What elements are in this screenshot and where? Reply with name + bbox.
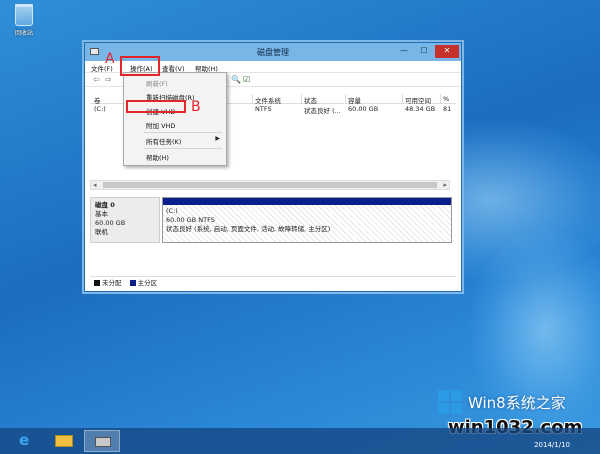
back-arrow-icon[interactable]: ⇦	[93, 76, 102, 84]
disk-name: 磁盘 0	[95, 201, 115, 209]
recycle-bin-label: 回收站	[14, 30, 33, 37]
close-button[interactable]: ✕	[435, 45, 459, 58]
tray-date[interactable]: 2014/1/10	[534, 441, 570, 449]
callout-letter-a: A	[105, 51, 115, 67]
menu-separator	[144, 132, 222, 133]
windows-logo-icon	[438, 390, 462, 414]
capacity-cell: 60.00 GB	[348, 105, 379, 113]
column-percent[interactable]: %	[443, 95, 449, 103]
disk-size: 60.00 GB	[95, 219, 126, 227]
taskbar: e 2014/1/10	[0, 428, 600, 454]
minimize-button[interactable]: —	[395, 45, 413, 58]
taskbar-file-explorer[interactable]	[46, 430, 82, 452]
menu-separator	[144, 148, 222, 149]
zoom-icon[interactable]: 🔍	[231, 76, 241, 84]
disk-type: 基本	[95, 210, 108, 218]
disk-management-icon	[95, 437, 111, 447]
partition-status: 状态良好 (系统, 启动, 页面文件, 活动, 故障转储, 主分区)	[166, 225, 331, 233]
menu-item-attach-vhd[interactable]: 附加 VHD	[146, 120, 175, 130]
taskbar-disk-management[interactable]	[84, 430, 120, 452]
taskbar-internet-explorer[interactable]: e	[8, 430, 44, 452]
properties-icon[interactable]: ☑	[243, 76, 252, 84]
volume-cell: (C:)	[94, 105, 106, 113]
callout-box-b	[126, 100, 186, 113]
scroll-left-icon[interactable]: ◂	[93, 181, 97, 189]
primary-swatch	[129, 280, 136, 286]
forward-arrow-icon[interactable]: ⇨	[105, 76, 114, 84]
recycle-bin[interactable]: 回收站	[6, 4, 42, 37]
menu-item-refresh[interactable]: 刷新(F)	[146, 78, 168, 88]
free-space-cell: 48.34 GB	[405, 105, 436, 113]
legend-unallocated: 未分配	[102, 279, 122, 287]
submenu-arrow-icon: ▶	[215, 135, 220, 142]
partition-size: 60.00 GB NTFS	[166, 216, 215, 224]
legend: 未分配 主分区	[90, 276, 456, 288]
internet-explorer-icon: e	[19, 431, 30, 449]
legend-primary: 主分区	[137, 279, 158, 287]
status-cell: 状态良好 (...	[304, 107, 341, 115]
filesystem-cell: NTFS	[255, 105, 272, 113]
disk-0-label[interactable]: 磁盘 0 基本 60.00 GB 联机	[90, 197, 160, 243]
menu-item-help[interactable]: 帮助(H)	[146, 152, 169, 162]
callout-letter-b: B	[191, 99, 201, 115]
maximize-button[interactable]: ☐	[415, 45, 433, 58]
disk-state: 联机	[95, 228, 108, 236]
menu-item-all-tasks[interactable]: 所有任务(K)	[146, 136, 181, 146]
disk-pane: 磁盘 0 基本 60.00 GB 联机 (C:) 60.00 GB NTFS 状…	[90, 197, 452, 277]
scroll-right-icon[interactable]: ▸	[443, 181, 447, 189]
partition-bar	[163, 198, 451, 205]
folder-icon	[55, 435, 73, 447]
callout-box-a	[120, 56, 160, 76]
watermark-title: Win8系统之家	[468, 394, 566, 412]
recycle-bin-icon	[15, 4, 33, 26]
scroll-thumb[interactable]	[103, 182, 437, 188]
percent-cell: 81	[443, 105, 452, 113]
partition-label: (C:)	[166, 207, 178, 215]
action-menu: 刷新(F) 重新扫描磁盘(R) 创建 VHD 附加 VHD 所有任务(K) ▶ …	[123, 72, 227, 166]
unallocated-swatch	[94, 280, 100, 286]
horizontal-scrollbar[interactable]: ◂ ▸	[90, 180, 450, 190]
partition-c[interactable]: (C:) 60.00 GB NTFS 状态良好 (系统, 启动, 页面文件, 活…	[162, 197, 452, 243]
